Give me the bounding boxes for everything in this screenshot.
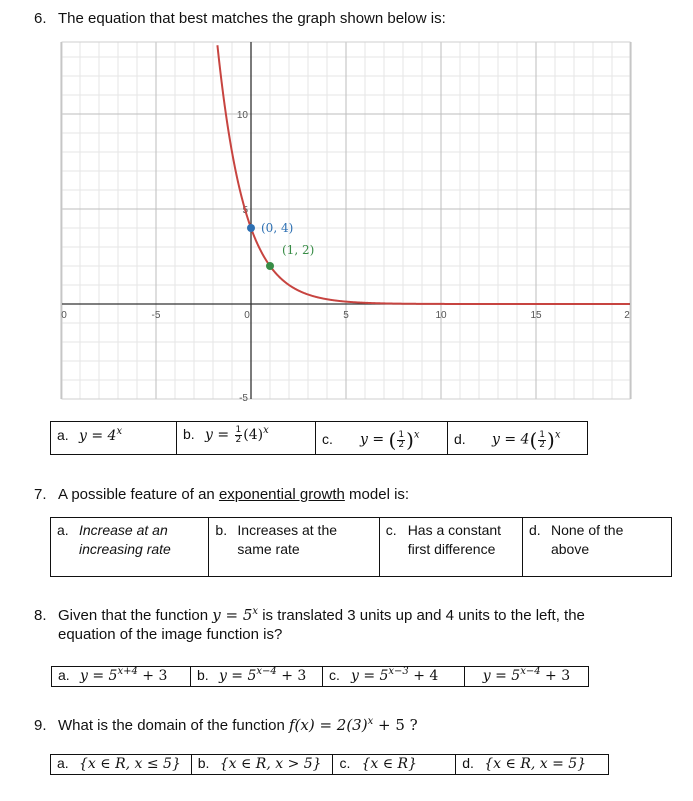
x-tick-label: 0 <box>244 310 250 321</box>
x-tick-label: 10 <box>435 310 447 321</box>
option-b[interactable]: b. y = 5x−4 + 3 <box>189 666 323 687</box>
point-marker[interactable] <box>247 224 255 232</box>
point-marker[interactable] <box>266 262 274 270</box>
option-d[interactable]: d. y = 4(1 2)x <box>447 421 588 455</box>
option-b[interactable]: b. y = 1 2 (4)x <box>176 421 316 455</box>
major-gridlines <box>60 41 632 400</box>
q9-options: a. {x ∈ R, x ≤ 5} b. {x ∈ R, x > 5} c. {x ∈… <box>50 754 609 775</box>
option-d[interactable]: y = 5x−4 + 3 <box>463 666 590 687</box>
q7-options: a. Increase at an increasing rate b. Incre… <box>49 517 673 577</box>
question-8: 8. Given that the function y = 5x is tran… <box>34 606 585 643</box>
question-9: 9. What is the domain of the function f(x… <box>34 716 418 734</box>
x-tick-label: 5 <box>343 310 349 321</box>
q6-options: a. y = 4x b. y = 1 2 (4)x c. y = (1 2)x d. y = … <box>50 421 588 455</box>
fraction: 12 <box>234 425 243 445</box>
option-c[interactable]: c. y = (1 2)x <box>315 421 448 455</box>
option-d[interactable]: d. None of the above <box>521 517 673 577</box>
y-tick-label: -5 <box>239 393 248 404</box>
option-a[interactable]: a. Increase at an increasing rate <box>49 517 210 577</box>
fraction: 12 <box>538 429 546 450</box>
point-label: (0, 4) <box>261 221 293 235</box>
question-7: 7. A possible feature of an exponential g… <box>34 486 410 503</box>
option-b[interactable]: b. {x ∈ R, x > 5} <box>190 754 334 775</box>
option-a[interactable]: a. {x ∈ R, x ≤ 5} <box>50 754 192 775</box>
exponential-curve <box>216 45 630 305</box>
y-tick-label: 10 <box>237 110 249 121</box>
x-tick-label: 2 <box>624 310 630 321</box>
fraction: 12 <box>397 429 406 450</box>
x-tick-label: 0 <box>61 310 67 321</box>
exponential-graph: 0 -5 0 5 10 15 2105-5 (0, 4)(1, 2) <box>60 41 632 404</box>
q8-options: a. y = 5x+4 + 3 b. y = 5x−4 + 3 c. y = 5x−3… <box>51 666 590 687</box>
option-c[interactable]: c. {x ∈ R} <box>332 754 457 775</box>
option-b[interactable]: b. Increases at the same rate <box>208 517 380 577</box>
option-c[interactable]: c. Has a constant first difference <box>378 517 523 577</box>
option-a[interactable]: a. y = 4x <box>50 421 177 455</box>
underlined-term: exponential growth <box>218 486 345 503</box>
option-a[interactable]: a. y = 5x+4 + 3 <box>51 666 191 687</box>
option-d[interactable]: d. {x ∈ R, x = 5} <box>455 754 609 775</box>
x-tick-label: 15 <box>530 310 542 321</box>
point-label: (1, 2) <box>282 243 314 257</box>
option-c[interactable]: c. y = 5x−3 + 4 <box>321 666 465 687</box>
x-tick-label: -5 <box>152 310 161 321</box>
